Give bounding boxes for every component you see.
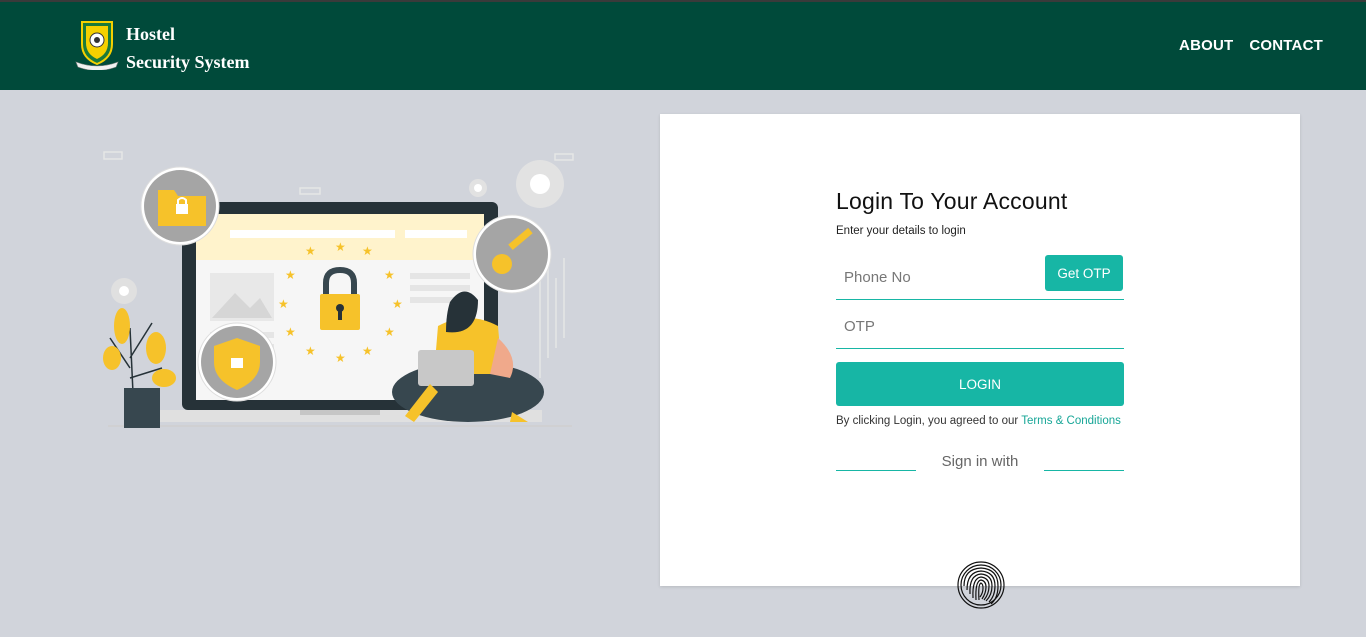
- brand[interactable]: Hostel Security System: [74, 18, 249, 76]
- svg-text:★: ★: [362, 244, 373, 258]
- svg-text:★: ★: [305, 244, 316, 258]
- svg-text:★: ★: [335, 240, 346, 254]
- divider-right: [1044, 470, 1124, 471]
- svg-text:★: ★: [384, 268, 395, 282]
- svg-text:★: ★: [278, 297, 289, 311]
- svg-text:★: ★: [285, 268, 296, 282]
- fingerprint-icon[interactable]: [956, 560, 1006, 610]
- get-otp-button[interactable]: Get OTP: [1045, 255, 1123, 291]
- svg-text:★: ★: [285, 325, 296, 339]
- phone-input[interactable]: [836, 257, 1036, 297]
- svg-text:★: ★: [384, 325, 395, 339]
- divider-left: [836, 470, 916, 471]
- terms-prefix: By clicking Login, you agreed to our: [836, 415, 1022, 427]
- otp-field: [836, 304, 1124, 349]
- nav-contact-link[interactable]: CONTACT: [1249, 37, 1323, 54]
- sign-in-with-label: Sign in with: [941, 453, 1019, 470]
- login-card: Login To Your Account Enter your details…: [660, 114, 1300, 609]
- login-button[interactable]: LOGIN: [836, 362, 1124, 406]
- svg-text:★: ★: [305, 344, 316, 358]
- nav-about-link[interactable]: ABOUT: [1179, 37, 1233, 54]
- svg-text:★: ★: [362, 344, 373, 358]
- nav-links: ABOUT CONTACT: [1179, 37, 1323, 54]
- otp-input[interactable]: [836, 306, 1036, 346]
- university-crest-icon: [75, 21, 119, 70]
- brand-line-2: Security System: [126, 52, 250, 72]
- brand-title: Hostel Security System: [126, 20, 249, 76]
- security-laptop-illustration: ★ ★ ★ ★ ★ ★ ★ ★ ★ ★ ★ ★: [103, 151, 574, 428]
- phone-field: Get OTP: [836, 255, 1124, 300]
- terms-link[interactable]: Terms & Conditions: [1021, 415, 1121, 427]
- login-title: Login To Your Account: [836, 188, 1068, 214]
- sign-in-with-divider: Sign in with: [836, 453, 1124, 477]
- svg-text:★: ★: [392, 297, 403, 311]
- login-form: Login To Your Account Enter your details…: [836, 188, 1124, 609]
- terms-notice: By clicking Login, you agreed to our Ter…: [836, 413, 1124, 429]
- brand-line-1: Hostel: [126, 24, 175, 44]
- login-subtitle: Enter your details to login: [836, 225, 966, 237]
- navbar: Hostel Security System ABOUT CONTACT: [0, 2, 1366, 90]
- svg-text:★: ★: [335, 351, 346, 365]
